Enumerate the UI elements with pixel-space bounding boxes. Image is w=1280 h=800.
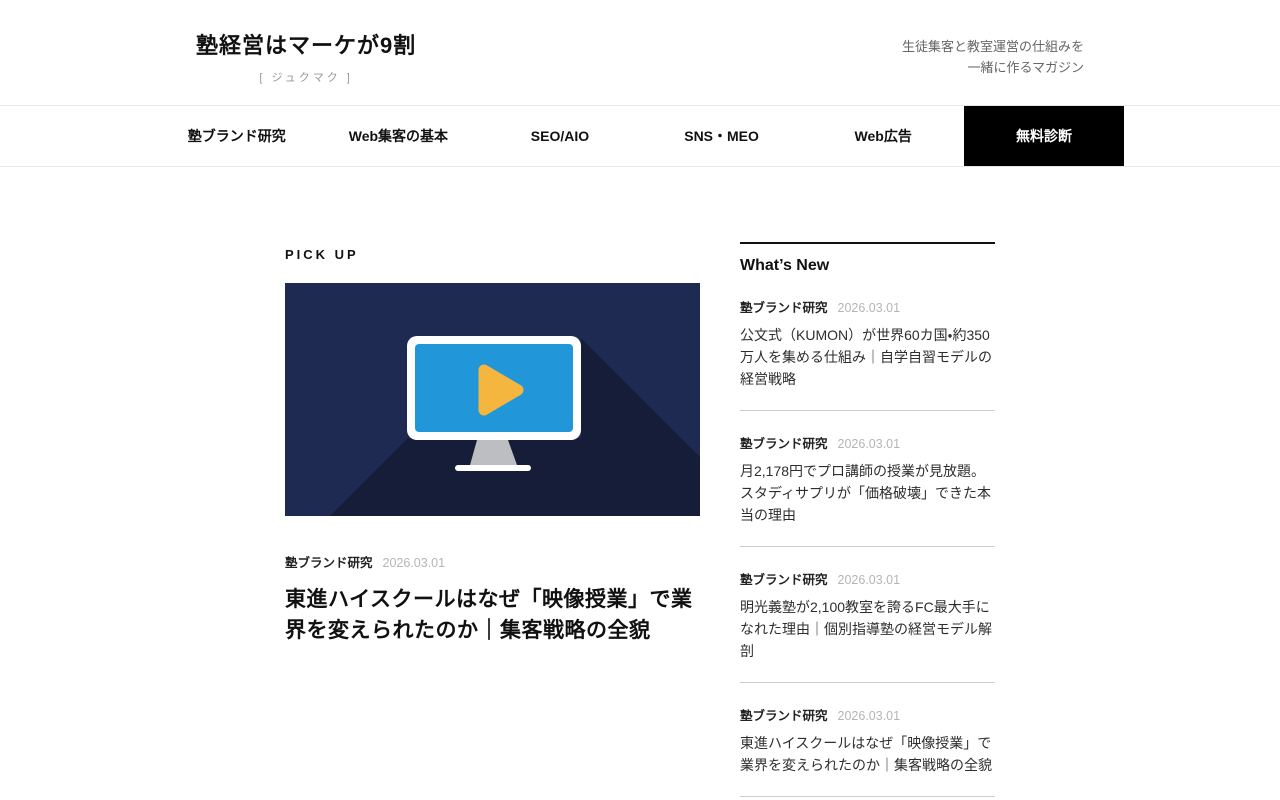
main-content: PICK UP 塾ブランド研究 2026.03.01 東進ハイスクールはなぜ「映… (285, 242, 995, 797)
nav-item-sns-meo[interactable]: SNS・MEO (641, 106, 803, 166)
list-item-date: 2026.03.01 (838, 573, 901, 587)
list-item-meta: 塾ブランド研究 2026.03.01 (740, 705, 995, 724)
main-nav: 塾ブランド研究 Web集客の基本 SEO/AIO SNS・MEO Web広告 無… (0, 105, 1280, 167)
nav-item-web-ads[interactable]: Web広告 (802, 106, 964, 166)
nav-item-seo-aio[interactable]: SEO/AIO (479, 106, 641, 166)
list-item-category: 塾ブランド研究 (740, 297, 828, 316)
list-item-meta: 塾ブランド研究 2026.03.01 (740, 297, 995, 316)
list-item-category: 塾ブランド研究 (740, 705, 828, 724)
list-item-date: 2026.03.01 (838, 709, 901, 723)
featured-category-label: 塾ブランド研究 (285, 552, 373, 571)
list-item-meta: 塾ブランド研究 2026.03.01 (740, 569, 995, 588)
list-item-title[interactable]: 月2,178円でプロ講師の授業が見放題。スタディサプリが「価格破壊」できた本当の… (740, 460, 995, 526)
site-tagline-line1: 生徒集客と教室運営の仕組みを (902, 36, 1084, 57)
pickup-section: PICK UP 塾ブランド研究 2026.03.01 東進ハイスクールはなぜ「映… (285, 242, 700, 646)
site-subtitle: [ ジュクマク ] (196, 69, 416, 85)
monitor-base (455, 465, 531, 471)
featured-article-title[interactable]: 東進ハイスクールはなぜ「映像授業」で業界を変えられたのか｜集客戦略の全貌 (285, 584, 700, 646)
pickup-label: PICK UP (285, 247, 700, 262)
featured-date: 2026.03.01 (383, 556, 446, 570)
list-item[interactable]: 塾ブランド研究 2026.03.01 明光義塾が2,100教室を誇るFC最大手に… (740, 547, 995, 683)
list-item-meta: 塾ブランド研究 2026.03.01 (740, 433, 995, 452)
site-title[interactable]: 塾経営はマーケが9割 (196, 28, 416, 60)
featured-article-meta: 塾ブランド研究 2026.03.01 (285, 552, 700, 571)
whats-new-sidebar: What’s New 塾ブランド研究 2026.03.01 公文式（KUMON）… (740, 242, 995, 797)
featured-article-image[interactable] (285, 283, 700, 516)
list-item-title[interactable]: 公文式（KUMON）が世界60カ国・約350万人を集める仕組み｜自学自習モデルの… (740, 324, 995, 390)
list-item-title[interactable]: 東進ハイスクールはなぜ「映像授業」で業界を変えられたのか｜集客戦略の全貌 (740, 732, 995, 776)
list-item-category: 塾ブランド研究 (740, 433, 828, 452)
list-item-date: 2026.03.01 (838, 301, 901, 315)
list-item[interactable]: 塾ブランド研究 2026.03.01 東進ハイスクールはなぜ「映像授業」で業界を… (740, 683, 995, 797)
whats-new-heading: What’s New (740, 257, 995, 275)
list-item-date: 2026.03.01 (838, 437, 901, 451)
list-item-title[interactable]: 明光義塾が2,100教室を誇るFC最大手になれた理由｜個別指導塾の経営モデル解剖 (740, 596, 995, 662)
list-item-category: 塾ブランド研究 (740, 569, 828, 588)
site-tagline-line2: 一緒に作るマガジン (902, 57, 1084, 78)
free-diagnosis-button[interactable]: 無料診断 (964, 106, 1124, 166)
site-header: 塾経営はマーケが9割 [ ジュクマク ] 生徒集客と教室運営の仕組みを 一緒に作… (0, 0, 1280, 105)
site-tagline: 生徒集客と教室運営の仕組みを 一緒に作るマガジン (902, 28, 1084, 78)
list-item[interactable]: 塾ブランド研究 2026.03.01 月2,178円でプロ講師の授業が見放題。ス… (740, 411, 995, 547)
list-item[interactable]: 塾ブランド研究 2026.03.01 公文式（KUMON）が世界60カ国・約35… (740, 275, 995, 411)
nav-item-web-basics[interactable]: Web集客の基本 (318, 106, 480, 166)
nav-item-brand-research[interactable]: 塾ブランド研究 (156, 106, 318, 166)
site-brand[interactable]: 塾経営はマーケが9割 [ ジュクマク ] (196, 28, 416, 85)
